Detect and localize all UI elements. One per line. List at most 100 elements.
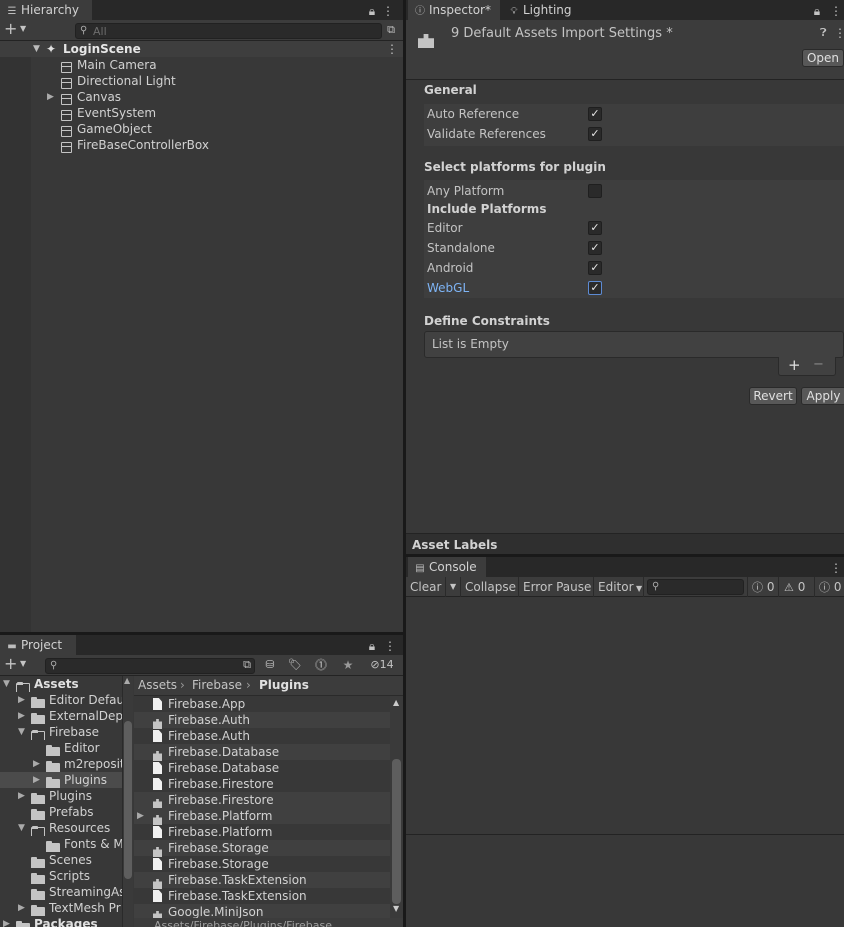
- validate-references-checkbox[interactable]: ✓: [588, 127, 602, 141]
- warning-filter-toggle[interactable]: ⚠ 0: [780, 577, 815, 597]
- expand-arrow-icon[interactable]: ▶: [137, 808, 144, 824]
- folder-tree-item[interactable]: ▶ TextMesh Pr: [0, 900, 122, 916]
- project-search-input[interactable]: ⚲: [45, 658, 255, 674]
- tab-console[interactable]: ▤ Console: [408, 557, 486, 577]
- android-checkbox[interactable]: ✓: [588, 261, 602, 275]
- breadcrumb-assets[interactable]: Assets: [138, 678, 177, 692]
- any-platform-checkbox[interactable]: [588, 184, 602, 198]
- more-menu-icon[interactable]: ⋮: [382, 3, 394, 19]
- editor-dropdown[interactable]: Editor ▼: [594, 577, 644, 597]
- folder-tree-item[interactable]: StreamingAs: [0, 884, 122, 900]
- standalone-checkbox[interactable]: ✓: [588, 241, 602, 255]
- file-list-item[interactable]: Firebase.Firestore: [134, 792, 390, 809]
- expand-arrow-icon[interactable]: ▶: [18, 708, 25, 724]
- console-search-input[interactable]: ⚲: [647, 579, 744, 595]
- tree-scrollbar[interactable]: ▲: [122, 676, 133, 927]
- tree-scroll-thumb[interactable]: [124, 721, 132, 879]
- expand-arrow-icon[interactable]: ▶: [33, 772, 40, 788]
- tab-lighting[interactable]: 💡︎ Lighting: [502, 0, 582, 20]
- folder-tree-item[interactable]: Scripts: [0, 868, 122, 884]
- file-list-item[interactable]: ▶ Firebase.Platform: [134, 808, 390, 825]
- folder-tree-item[interactable]: Editor: [0, 740, 122, 756]
- folder-tree-item[interactable]: ▶ Editor Defaul: [0, 692, 122, 708]
- favorite-star-icon[interactable]: ★: [340, 657, 356, 673]
- file-list-item[interactable]: Firebase.Storage: [134, 840, 390, 857]
- folder-tree-item[interactable]: ▼ Assets: [0, 676, 122, 692]
- hierarchy-item[interactable]: Directional Light: [0, 73, 403, 89]
- hierarchy-item[interactable]: ▶ Canvas: [0, 89, 403, 105]
- scroll-down-icon[interactable]: ▼: [393, 904, 399, 913]
- folder-tree-item[interactable]: ▶ Plugins: [0, 788, 122, 804]
- tab-project[interactable]: ▬ Project: [0, 635, 76, 655]
- search-by-type-icon[interactable]: ⧉: [384, 22, 398, 38]
- collapse-arrow-icon[interactable]: ▼: [3, 676, 10, 692]
- file-list-item[interactable]: Firebase.Storage: [134, 856, 390, 872]
- folder-tree-item[interactable]: ▶ ExternalDepe: [0, 708, 122, 724]
- lock-icon[interactable]: 🔒︎: [366, 3, 378, 19]
- search-by-type-icon[interactable]: ⧉: [240, 657, 254, 673]
- error-filter-toggle[interactable]: ⓘ 0: [815, 577, 844, 597]
- file-list-item[interactable]: Firebase.Database: [134, 744, 390, 761]
- info-filter-toggle[interactable]: ⓘ 0: [747, 577, 779, 597]
- lock-icon[interactable]: 🔒︎: [811, 3, 823, 19]
- file-list-item[interactable]: Firebase.Platform: [134, 824, 390, 840]
- log-type-icon[interactable]: ⓵: [313, 657, 329, 673]
- expand-arrow-icon[interactable]: ▶: [3, 916, 10, 927]
- more-menu-icon[interactable]: ⋮: [830, 560, 842, 576]
- expand-arrow-icon[interactable]: ▶: [18, 900, 25, 916]
- file-list-item[interactable]: Firebase.Auth: [134, 728, 390, 744]
- file-list-item[interactable]: Firebase.Database: [134, 760, 390, 776]
- remove-constraint-button[interactable]: −: [813, 357, 824, 372]
- asset-labels-bar[interactable]: Asset Labels: [406, 533, 844, 554]
- more-menu-icon[interactable]: ⋮: [834, 26, 844, 40]
- file-list-item[interactable]: Firebase.TaskExtension: [134, 888, 390, 904]
- open-button[interactable]: Open: [802, 49, 844, 67]
- expand-arrow-icon[interactable]: ▶: [18, 692, 25, 708]
- file-list-item[interactable]: Firebase.App: [134, 696, 390, 712]
- folder-tree-item[interactable]: ▼ Firebase: [0, 724, 122, 740]
- collapse-arrow-icon[interactable]: ▼: [18, 820, 25, 836]
- tab-inspector[interactable]: ⓘ Inspector*: [408, 0, 500, 20]
- folder-tree-item[interactable]: Fonts & Ma: [0, 836, 122, 852]
- file-list-item[interactable]: Firebase.Firestore: [134, 776, 390, 792]
- hierarchy-search-input[interactable]: ⚲ All: [75, 23, 382, 39]
- clear-dropdown-button[interactable]: ▼: [446, 577, 461, 597]
- lock-icon[interactable]: 🔒︎: [366, 638, 378, 654]
- collapse-button[interactable]: Collapse: [461, 577, 519, 597]
- clear-button[interactable]: Clear: [406, 577, 446, 597]
- hierarchy-item[interactable]: FireBaseControllerBox: [0, 137, 403, 153]
- scroll-up-icon[interactable]: ▲: [393, 698, 399, 707]
- label-icon[interactable]: 🏷︎: [287, 657, 303, 673]
- expand-arrow-icon[interactable]: ▶: [33, 756, 40, 772]
- scroll-up-icon[interactable]: ▲: [124, 676, 130, 685]
- hierarchy-item[interactable]: Main Camera: [0, 57, 403, 73]
- scene-row[interactable]: ▼ ✦ LoginScene ⋮: [0, 41, 403, 57]
- hierarchy-item[interactable]: GameObject: [0, 121, 403, 137]
- folder-tree-item[interactable]: ▶ Plugins: [0, 772, 122, 788]
- folder-tree-item[interactable]: ▶ m2reposito: [0, 756, 122, 772]
- file-list-item[interactable]: Firebase.Auth: [134, 712, 390, 729]
- add-dropdown-button[interactable]: + ▼: [4, 21, 32, 37]
- revert-button[interactable]: Revert: [749, 387, 797, 405]
- expand-arrow-icon[interactable]: ▶: [47, 89, 54, 105]
- error-pause-button[interactable]: Error Pause: [519, 577, 594, 597]
- breadcrumb-plugins[interactable]: Plugins: [259, 678, 309, 692]
- folder-tree-item[interactable]: ▼ Resources: [0, 820, 122, 836]
- hierarchy-item[interactable]: EventSystem: [0, 105, 403, 121]
- auto-reference-checkbox[interactable]: ✓: [588, 107, 602, 121]
- webgl-checkbox[interactable]: ✓: [588, 281, 602, 295]
- apply-button[interactable]: Apply: [801, 387, 844, 405]
- editor-checkbox[interactable]: ✓: [588, 221, 602, 235]
- folder-tree-item[interactable]: Scenes: [0, 852, 122, 868]
- scene-menu-icon[interactable]: ⋮: [386, 41, 398, 57]
- filter-by-type-icon[interactable]: ⛁: [262, 657, 278, 673]
- help-icon[interactable]: ❓︎: [820, 26, 827, 40]
- more-menu-icon[interactable]: ⋮: [830, 3, 842, 19]
- file-scroll-thumb[interactable]: [392, 759, 401, 904]
- more-menu-icon[interactable]: ⋮: [384, 638, 396, 654]
- expand-arrow-icon[interactable]: ▶: [18, 788, 25, 804]
- folder-tree-item[interactable]: ▶ Packages: [0, 916, 122, 927]
- file-scrollbar[interactable]: ▲ ▼: [390, 696, 403, 918]
- add-dropdown-button[interactable]: + ▼: [4, 656, 32, 672]
- breadcrumb-firebase[interactable]: Firebase: [192, 678, 242, 692]
